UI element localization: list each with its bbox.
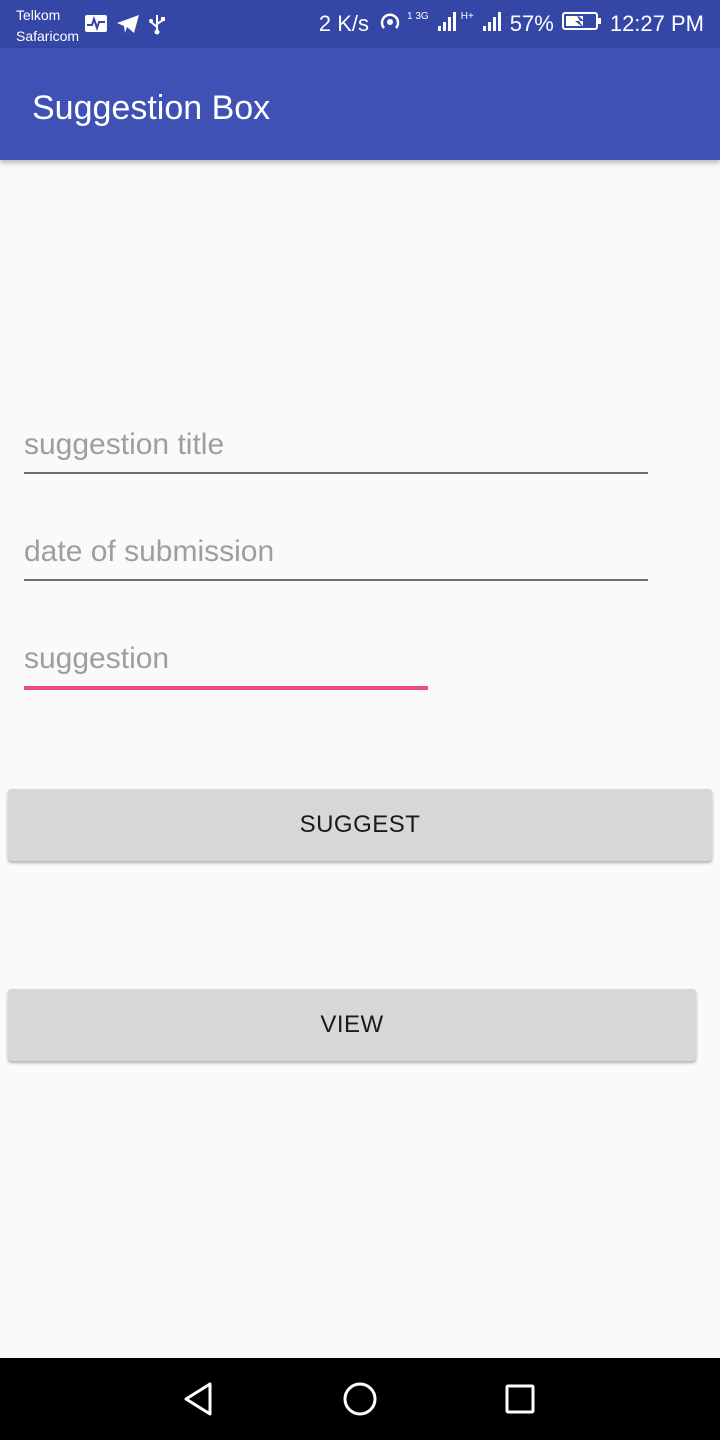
net-speed: 2 K/s (318, 11, 370, 36)
carrier-1: Telkom (16, 7, 61, 23)
suggestion-field[interactable]: suggestion (24, 642, 428, 690)
app-title: Suggestion Box (32, 89, 271, 127)
battery-percent: 57% (509, 11, 554, 36)
sim1-network: 1 3G (407, 10, 429, 22)
sim2-network: H+ (460, 10, 474, 22)
suggestion-underline-focused (24, 686, 428, 690)
date-of-submission-underline (24, 579, 648, 581)
hotspot-icon (377, 9, 403, 39)
app-bar: Suggestion Box (0, 48, 720, 160)
activity-icon (84, 13, 108, 35)
status-notification-icons (84, 13, 166, 35)
recents-icon[interactable] (500, 1379, 540, 1419)
suggestion-title-placeholder: suggestion title (24, 428, 225, 461)
suggest-button[interactable]: SUGGEST (8, 789, 712, 861)
date-of-submission-field[interactable]: date of submission (24, 535, 648, 581)
status-right: 2 K/s 1 3G H+ 57% 12:27 PM (319, 0, 704, 48)
carrier-2: Safaricom (16, 28, 80, 44)
suggestion-title-underline (24, 472, 648, 474)
status-bar: Telkom Safaricom 2 K/s 1 3G H+ 57% 12:27… (0, 0, 720, 48)
carrier-names: Telkom Safaricom (16, 5, 79, 47)
signal-icon (437, 10, 457, 38)
suggestion-title-field[interactable]: suggestion title (24, 428, 648, 474)
navigation-bar (0, 1358, 720, 1440)
back-icon[interactable] (180, 1379, 220, 1419)
signal-icon (482, 10, 502, 38)
telegram-icon (116, 13, 140, 35)
date-of-submission-placeholder: date of submission (24, 535, 275, 568)
view-button-label: VIEW (320, 1011, 384, 1038)
clock: 12:27 PM (609, 11, 704, 36)
suggestion-placeholder: suggestion (24, 642, 170, 675)
view-button[interactable]: VIEW (8, 989, 696, 1061)
home-icon[interactable] (340, 1379, 380, 1419)
battery-charging-icon (561, 10, 602, 38)
usb-icon (148, 13, 166, 35)
suggest-button-label: SUGGEST (299, 811, 421, 838)
